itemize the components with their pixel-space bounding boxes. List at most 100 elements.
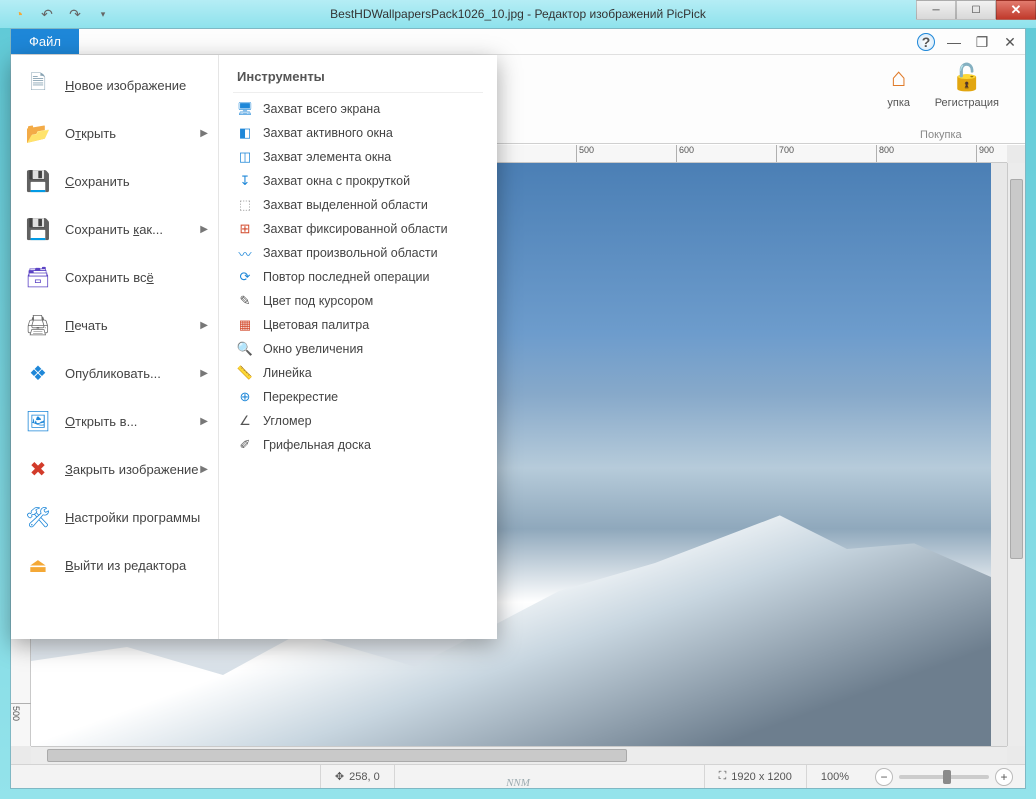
tool-item[interactable]: ↧Захват окна с прокруткой [233, 169, 483, 193]
open-icon: 📂 [25, 120, 51, 146]
file-menu-item-label: Настройки программы [65, 510, 200, 525]
tool-item[interactable]: 🖥 Захват всего экрана [233, 97, 483, 121]
tools-header: Инструменты [233, 65, 483, 93]
tool-item[interactable]: ▦Цветовая палитра [233, 313, 483, 337]
capture-control-icon: ◫ [237, 149, 253, 165]
tool-item[interactable]: ◫ Захват элемента окна [233, 145, 483, 169]
chevron-right-icon: ▶ [200, 128, 208, 139]
ruler-tick: 900 [976, 145, 994, 163]
saveas-icon: 💾 [25, 216, 51, 242]
ribbon-group-purchase: ⌂ упка 🔓 Регистрация Покупка [871, 55, 1011, 143]
capture-freehand-icon: 〰 [237, 245, 253, 261]
capture-fixed-icon: ⊞ [237, 221, 253, 237]
zoom-out-button[interactable]: − [875, 768, 893, 786]
ribbon-minimize-button[interactable]: — [945, 33, 963, 51]
closeimg-icon: ✖ [25, 456, 51, 482]
ruler-tick: 700 [776, 145, 794, 163]
scrollbar-horizontal[interactable] [31, 746, 1007, 764]
minimize-button[interactable]: ─ [916, 0, 956, 20]
tool-item-label: Грифельная доска [263, 438, 371, 452]
file-tab[interactable]: Файл [11, 29, 79, 54]
tool-item[interactable]: ∠ Угломер [233, 409, 483, 433]
tool-item-label: Линейка [263, 366, 312, 380]
chevron-right-icon: ▶ [200, 464, 208, 475]
tool-item-label: Угломер [263, 414, 312, 428]
tool-item[interactable]: ⟳Повтор последней операции [233, 265, 483, 289]
colorpicker-icon: ✎ [237, 293, 253, 309]
capture-activewindow-icon: ◧ [237, 125, 253, 141]
ruler-tick: 500 [576, 145, 594, 163]
ruler-tick: 600 [676, 145, 694, 163]
tool-item[interactable]: ⬚Захват выделенной области [233, 193, 483, 217]
tool-item-label: Цветовая палитра [263, 318, 369, 332]
tool-item-label: Захват произвольной области [263, 246, 438, 260]
file-menu-item[interactable]: 💾Сохранить как...▶ [11, 205, 218, 253]
openin-icon: 🖼 [25, 408, 51, 434]
titlebar: ◔ ↶ ↷ ▾ BestHDWallpapersPack1026_10.jpg … [0, 0, 1036, 28]
capture-fullscreen-icon: 🖥 [237, 101, 253, 117]
close-button[interactable]: ✕ [996, 0, 1036, 20]
ribbon: Файл ? — ❐ ✕ ⌂ упка 🔓 [11, 29, 1025, 144]
tool-item-label: Захват фиксированной области [263, 222, 448, 236]
tool-item-label: Перекрестие [263, 390, 338, 404]
file-menu-item[interactable]: 🗎Новое изображение [11, 61, 218, 109]
file-menu-item[interactable]: 🖨Печать▶ [11, 301, 218, 349]
ribbon-close-button[interactable]: ✕ [1001, 33, 1019, 51]
saveall-icon: 🗃 [25, 264, 51, 290]
file-menu-item[interactable]: 📂Открыть▶ [11, 109, 218, 157]
app-icon: ◔ [8, 3, 30, 25]
tool-item-label: Захват окна с прокруткой [263, 174, 410, 188]
purchase-button[interactable]: ⌂ упка [883, 61, 915, 109]
tool-item-label: Повтор последней операции [263, 270, 430, 284]
tool-item[interactable]: ◧Захват активного окна [233, 121, 483, 145]
file-menu-item[interactable]: 🗃 Сохранить всё [11, 253, 218, 301]
file-menu-item-label: Сохранить как... [65, 222, 163, 237]
status-dimensions: ⛶ 1920 x 1200 [705, 765, 807, 788]
status-coords: ✥ 258, 0 [321, 765, 395, 788]
redo-button[interactable]: ↷ [64, 3, 86, 25]
maximize-button[interactable]: ☐ [956, 0, 996, 20]
tool-item-label: Окно увеличения [263, 342, 363, 356]
file-menu-item[interactable]: 🖼 Открыть в... ▶ [11, 397, 218, 445]
qat-dropdown[interactable]: ▾ [92, 3, 114, 25]
help-icon[interactable]: ? [917, 33, 935, 51]
tool-item-label: Цвет под курсором [263, 294, 373, 308]
protractor-icon: ∠ [237, 413, 253, 429]
file-menu-item[interactable]: ⏏Выйти из редактора [11, 541, 218, 589]
zoom-in-button[interactable]: + [995, 768, 1013, 786]
save-icon: 💾 [25, 168, 51, 194]
file-menu-item[interactable]: 💾 Сохранить [11, 157, 218, 205]
file-menu-item-label: Сохранить всё [65, 270, 154, 285]
chevron-right-icon: ▶ [200, 320, 208, 331]
chevron-right-icon: ▶ [200, 416, 208, 427]
chevron-right-icon: ▶ [200, 368, 208, 379]
tool-item[interactable]: 🔍 Окно увеличения [233, 337, 483, 361]
undo-button[interactable]: ↶ [36, 3, 58, 25]
file-menu-item-label: Печать [65, 318, 108, 333]
tool-item[interactable]: ✐Грифельная доска [233, 433, 483, 457]
watermark: NNM [506, 777, 530, 789]
register-button[interactable]: 🔓 Регистрация [935, 61, 999, 109]
exit-icon: ⏏ [25, 552, 51, 578]
file-menu-item[interactable]: 🛠Настройки программы [11, 493, 218, 541]
magnifier-icon: 🔍 [237, 341, 253, 357]
ruler-tick: 500 [11, 703, 31, 721]
file-menu-item[interactable]: ❖Опубликовать...▶ [11, 349, 218, 397]
ribbon-restore-button[interactable]: ❐ [973, 33, 991, 51]
zoom-slider[interactable] [899, 775, 989, 779]
tool-item-label: Захват элемента окна [263, 150, 391, 164]
file-menu-item-label: Сохранить [65, 174, 130, 189]
crosshair-icon: ⊕ [237, 389, 253, 405]
tool-item[interactable]: 📏 Линейка [233, 361, 483, 385]
tool-item-label: Захват всего экрана [263, 102, 380, 116]
file-menu-item-label: Закрыть изображение [65, 462, 199, 477]
tool-item[interactable]: ✎ Цвет под курсором [233, 289, 483, 313]
tool-item[interactable]: ⊕ Перекрестие [233, 385, 483, 409]
scrollbar-vertical[interactable] [1007, 163, 1025, 746]
file-menu-item-label: Открыть в... [65, 414, 137, 429]
dimensions-icon: ⛶ [719, 770, 727, 783]
tool-item[interactable]: 〰 Захват произвольной области [233, 241, 483, 265]
ruler-icon: 📏 [237, 365, 253, 381]
tool-item[interactable]: ⊞ Захват фиксированной области [233, 217, 483, 241]
file-menu-item[interactable]: ✖ Закрыть изображение▶ [11, 445, 218, 493]
